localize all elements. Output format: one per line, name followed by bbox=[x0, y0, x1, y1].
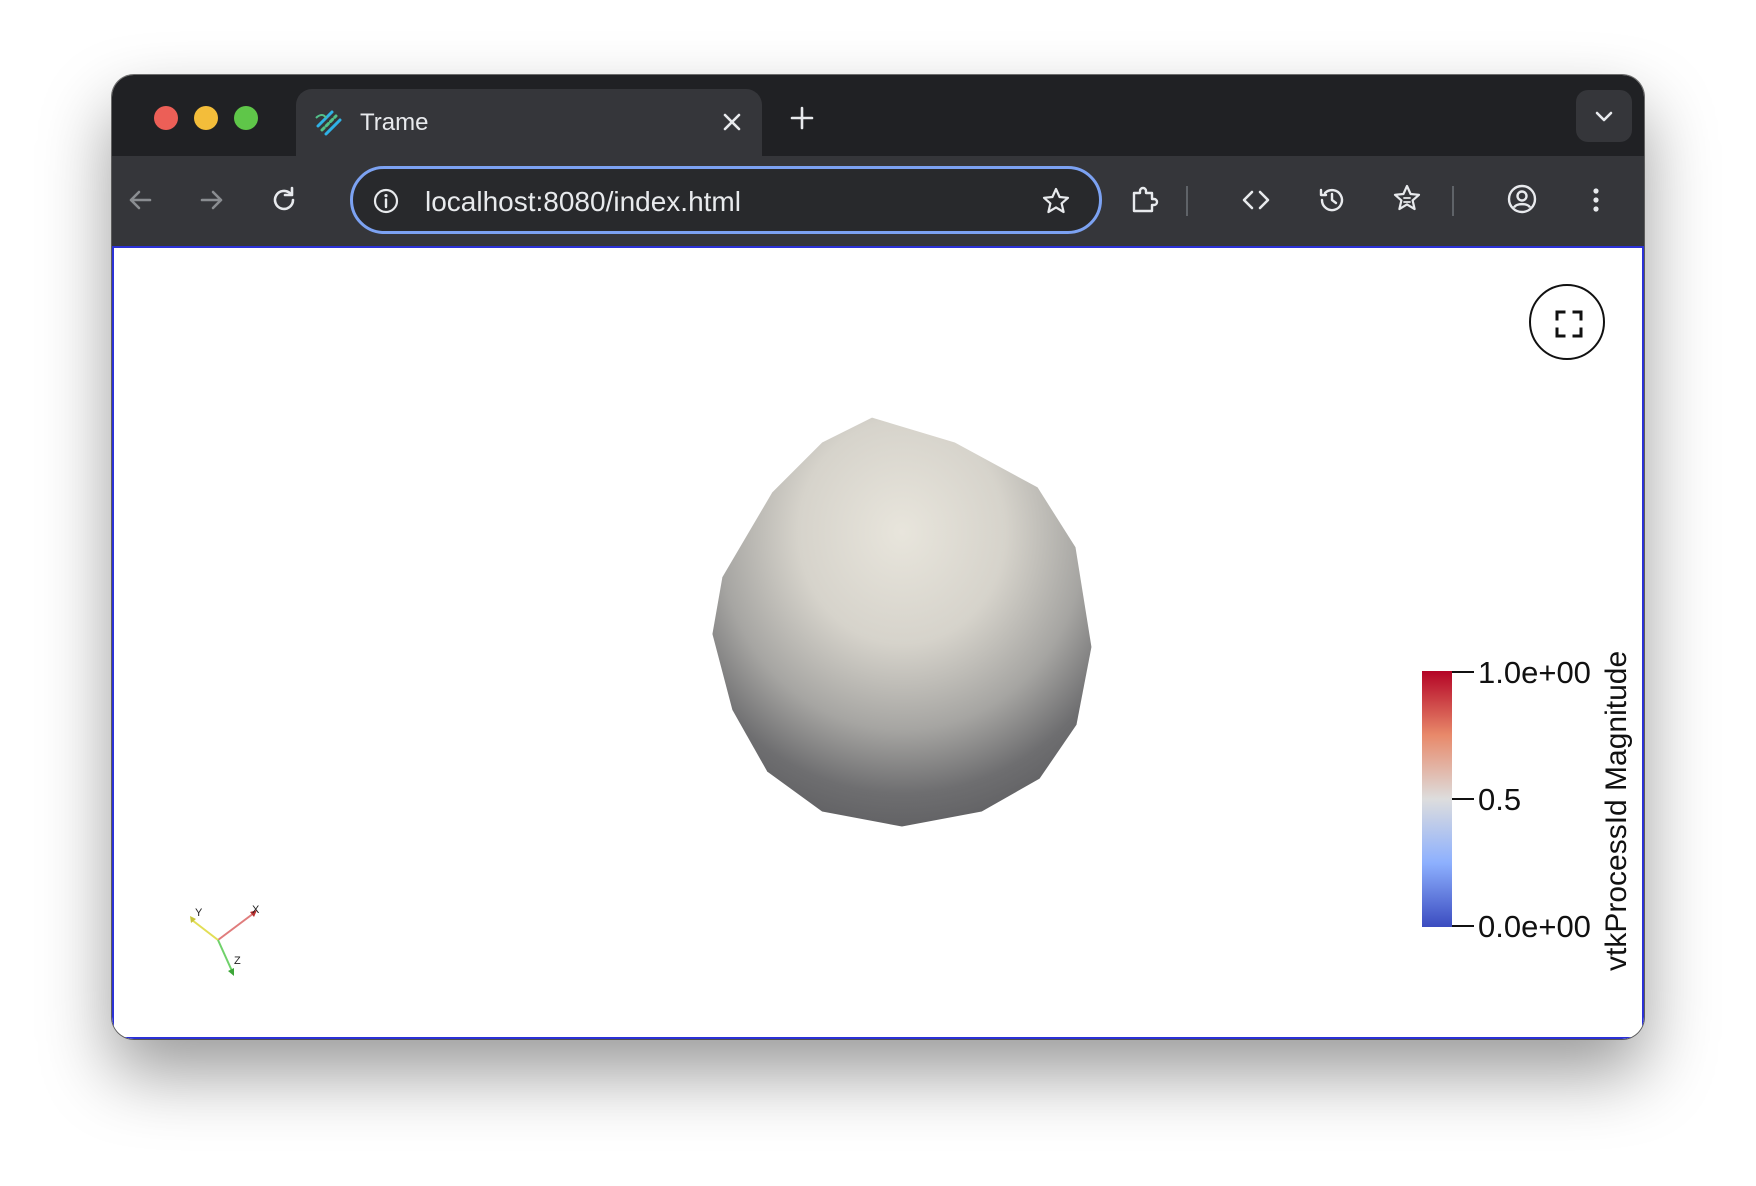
sphere-mesh bbox=[712, 417, 1092, 827]
info-icon[interactable] bbox=[373, 188, 399, 214]
minimize-window-button[interactable] bbox=[194, 106, 218, 130]
puzzle-piece-icon bbox=[1132, 186, 1159, 213]
close-window-button[interactable] bbox=[154, 106, 178, 130]
z-axis-label: Z bbox=[234, 955, 241, 967]
orientation-axes-widget: X Y Z bbox=[190, 904, 260, 976]
account-circle-icon bbox=[1507, 184, 1537, 214]
x-axis-label: X bbox=[252, 904, 260, 916]
x-axis-line bbox=[217, 912, 255, 941]
reload-button[interactable] bbox=[268, 184, 300, 216]
scalar-bar-title: vtkProcessId Magnitude bbox=[1600, 651, 1633, 971]
tab-strip: Trame bbox=[112, 75, 1644, 156]
extensions-button[interactable] bbox=[1128, 183, 1160, 215]
tab-search-button[interactable] bbox=[1576, 90, 1632, 142]
chevron-down-icon bbox=[1595, 111, 1613, 122]
reload-icon bbox=[273, 186, 295, 211]
trame-logo-icon bbox=[315, 110, 342, 136]
tab-trame[interactable]: Trame bbox=[296, 89, 762, 156]
history-button[interactable] bbox=[1316, 184, 1348, 216]
address-bar[interactable]: localhost:8080/index.html bbox=[350, 166, 1102, 234]
y-axis-label: Y bbox=[195, 907, 203, 919]
z-axis-line bbox=[217, 939, 233, 972]
fullscreen-button[interactable] bbox=[1529, 284, 1605, 360]
scalar-bar: 1.0e+00 0.5 0.0e+00 vtkProcessId Magnitu… bbox=[1422, 651, 1633, 971]
code-brackets-icon bbox=[1242, 190, 1270, 210]
browser-window: Trame localhost:8080/index.html 1.0e+00 … bbox=[112, 75, 1644, 1039]
fullscreen-icon bbox=[1555, 310, 1583, 338]
y-axis-line bbox=[191, 919, 219, 941]
scalar-label-max: 1.0e+00 bbox=[1478, 655, 1591, 690]
url-text[interactable]: localhost:8080/index.html bbox=[425, 186, 741, 218]
scalar-label-mid: 0.5 bbox=[1478, 782, 1521, 817]
bookmark-star-icon[interactable] bbox=[1041, 186, 1071, 216]
scalar-label-min: 0.0e+00 bbox=[1478, 909, 1591, 944]
profile-button[interactable] bbox=[1506, 183, 1538, 215]
toolbar-separator bbox=[1452, 186, 1454, 216]
forward-button[interactable] bbox=[196, 184, 228, 216]
browser-toolbar: localhost:8080/index.html bbox=[112, 156, 1644, 248]
history-icon bbox=[1319, 188, 1344, 212]
new-tab-plus-icon[interactable] bbox=[788, 104, 816, 132]
close-icon[interactable] bbox=[720, 110, 744, 134]
bookmarks-button[interactable] bbox=[1392, 183, 1424, 215]
colormap-bar bbox=[1422, 671, 1452, 927]
star-list-icon bbox=[1393, 184, 1421, 211]
devtools-button[interactable] bbox=[1240, 184, 1272, 216]
page-content: 1.0e+00 0.5 0.0e+00 vtkProcessId Magnitu… bbox=[112, 248, 1644, 1039]
arrow-right-icon bbox=[200, 190, 223, 210]
more-vertical-icon bbox=[1593, 188, 1599, 212]
tab-title: Trame bbox=[360, 109, 429, 136]
toolbar-separator bbox=[1186, 186, 1188, 216]
arrow-left-icon bbox=[129, 190, 152, 210]
zoom-window-button[interactable] bbox=[234, 106, 258, 130]
back-button[interactable] bbox=[124, 184, 156, 216]
browser-menu-button[interactable] bbox=[1580, 184, 1612, 216]
